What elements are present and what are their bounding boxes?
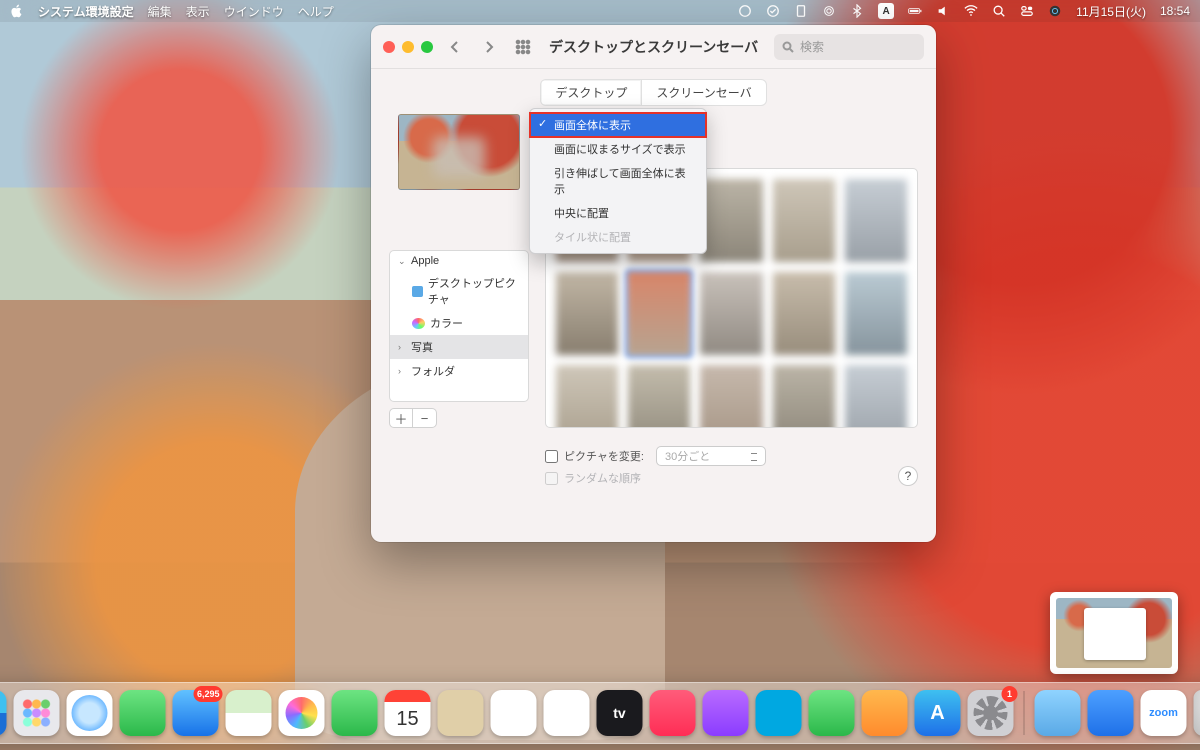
- dock-podcasts[interactable]: [703, 690, 749, 736]
- menubar: システム環境設定 編集 表示 ウインドウ ヘルプ A 11月15日(火) 18:…: [0, 0, 1200, 22]
- menubar-date[interactable]: 11月15日(火): [1076, 3, 1146, 20]
- dock-calendar[interactable]: 15: [385, 690, 431, 736]
- close-button[interactable]: [383, 41, 395, 53]
- control-center-icon[interactable]: [1020, 4, 1034, 18]
- photo-thumb[interactable]: [773, 272, 835, 355]
- bluetooth-icon[interactable]: [850, 4, 864, 18]
- forward-button[interactable]: [477, 35, 501, 59]
- window-title: デスクトップとスクリーンセーバ: [549, 37, 764, 57]
- photo-thumb[interactable]: [845, 179, 907, 262]
- wifi-icon[interactable]: [964, 4, 978, 18]
- dock-zoom[interactable]: zoom: [1141, 690, 1187, 736]
- dock-notes[interactable]: [544, 690, 590, 736]
- photo-thumb[interactable]: [845, 365, 907, 428]
- spotlight-icon[interactable]: [992, 4, 1006, 18]
- screenshot-preview[interactable]: [1050, 592, 1178, 674]
- tree-item-colors[interactable]: カラー: [390, 311, 528, 335]
- battery-icon[interactable]: [908, 4, 922, 18]
- scale-option-center[interactable]: 中央に配置: [530, 201, 706, 225]
- scale-option-tile: タイル状に配置: [530, 225, 706, 249]
- volume-icon[interactable]: [936, 4, 950, 18]
- menubar-item-edit[interactable]: 編集: [148, 3, 172, 20]
- source-list: ⌄Apple デスクトップピクチャ カラー ›写真 ›フォルダ: [389, 250, 529, 402]
- photo-thumb[interactable]: [773, 365, 835, 428]
- menubar-time[interactable]: 18:54: [1160, 4, 1190, 18]
- photo-thumb[interactable]: [628, 365, 690, 428]
- menubar-app-name[interactable]: システム環境設定: [38, 3, 134, 20]
- siri-icon[interactable]: [1048, 4, 1062, 18]
- photo-thumb[interactable]: [700, 365, 762, 428]
- dock-tv[interactable]: [597, 690, 643, 736]
- scale-option-stretch[interactable]: 引き伸ばして画面全体に表示: [530, 161, 706, 201]
- mail-badge: 6,295: [194, 686, 223, 702]
- search-field[interactable]: 検索: [774, 34, 924, 60]
- minimize-button[interactable]: [402, 41, 414, 53]
- add-source-button[interactable]: ＋: [389, 408, 413, 428]
- tab-screensaver[interactable]: スクリーンセーバ: [641, 80, 765, 105]
- menubar-item-view[interactable]: 表示: [186, 3, 210, 20]
- dock-safari[interactable]: [67, 690, 113, 736]
- change-frequency-select[interactable]: 30分ごと: [656, 446, 766, 466]
- status-icon-1[interactable]: [738, 4, 752, 18]
- dock-primevideo[interactable]: [756, 690, 802, 736]
- colors-icon: [412, 318, 425, 329]
- window-controls: [383, 41, 433, 53]
- dock-finder[interactable]: [0, 690, 7, 736]
- system-preferences-window: デスクトップとスクリーンセーバ 検索 デスクトップ スクリーンセーバ ⌄Appl…: [371, 25, 936, 542]
- dock-music[interactable]: [650, 690, 696, 736]
- menubar-item-window[interactable]: ウインドウ: [224, 3, 284, 20]
- sysprefs-badge: 1: [1002, 686, 1018, 702]
- dock-contacts[interactable]: [438, 690, 484, 736]
- ime-indicator[interactable]: A: [878, 3, 894, 19]
- current-wallpaper-preview: [398, 114, 520, 190]
- scaling-menu: 画面全体に表示 画面に収まるサイズで表示 引き伸ばして画面全体に表示 中央に配置…: [529, 108, 707, 254]
- tree-item-photos[interactable]: ›写真: [390, 335, 528, 359]
- options-footer: ピクチャを変更: 30分ごと ランダムな順序 ?: [371, 440, 936, 486]
- dock-numbers[interactable]: [809, 690, 855, 736]
- photo-thumb[interactable]: [556, 272, 618, 355]
- dock-mail[interactable]: 6,295: [173, 690, 219, 736]
- photo-thumb-selected[interactable]: [628, 272, 690, 355]
- search-placeholder: 検索: [800, 38, 824, 55]
- folder-icon: [412, 286, 423, 297]
- tree-item-apple[interactable]: ⌄Apple: [390, 251, 528, 271]
- remove-source-button[interactable]: −: [413, 408, 437, 428]
- dock-appstore[interactable]: [915, 690, 961, 736]
- photo-thumb[interactable]: [700, 179, 762, 262]
- photo-thumb[interactable]: [845, 272, 907, 355]
- dock-maps[interactable]: [226, 690, 272, 736]
- dock-facetime[interactable]: [332, 690, 378, 736]
- dock-system-preferences[interactable]: 1: [968, 690, 1014, 736]
- dock-downloads[interactable]: [1035, 690, 1081, 736]
- photo-thumb[interactable]: [700, 272, 762, 355]
- tab-desktop[interactable]: デスクトップ: [541, 80, 641, 105]
- titlebar: デスクトップとスクリーンセーバ 検索: [371, 25, 936, 69]
- dock-pages[interactable]: [862, 690, 908, 736]
- show-all-button[interactable]: [511, 35, 535, 59]
- dock-photos[interactable]: [279, 690, 325, 736]
- tree-item-folders[interactable]: ›フォルダ: [390, 359, 528, 383]
- airplay-icon[interactable]: [822, 4, 836, 18]
- change-picture-checkbox[interactable]: ピクチャを変更: 30分ごと: [545, 446, 766, 466]
- apple-menu-icon[interactable]: [10, 4, 24, 18]
- dock-keynote[interactable]: [1088, 690, 1134, 736]
- photo-thumb[interactable]: [556, 365, 618, 428]
- status-icon-2[interactable]: [766, 4, 780, 18]
- dock-reminders[interactable]: [491, 690, 537, 736]
- scale-option-fit[interactable]: 画面に収まるサイズで表示: [530, 137, 706, 161]
- dock-launchpad[interactable]: [14, 690, 60, 736]
- dock: 6,295 15 1 zoom: [0, 682, 1200, 744]
- zoom-button[interactable]: [421, 41, 433, 53]
- menubar-item-help[interactable]: ヘルプ: [298, 3, 334, 20]
- tree-item-desktop-pictures[interactable]: デスクトップピクチャ: [390, 271, 528, 311]
- scale-option-fill[interactable]: 画面全体に表示: [530, 113, 706, 137]
- dock-separator: [1024, 691, 1025, 735]
- photo-thumb[interactable]: [773, 179, 835, 262]
- clipboard-icon[interactable]: [794, 4, 808, 18]
- random-order-checkbox[interactable]: ランダムな順序: [545, 470, 766, 486]
- back-button[interactable]: [443, 35, 467, 59]
- help-button[interactable]: ?: [898, 466, 918, 486]
- dock-messages[interactable]: [120, 690, 166, 736]
- dock-trash[interactable]: [1194, 690, 1200, 736]
